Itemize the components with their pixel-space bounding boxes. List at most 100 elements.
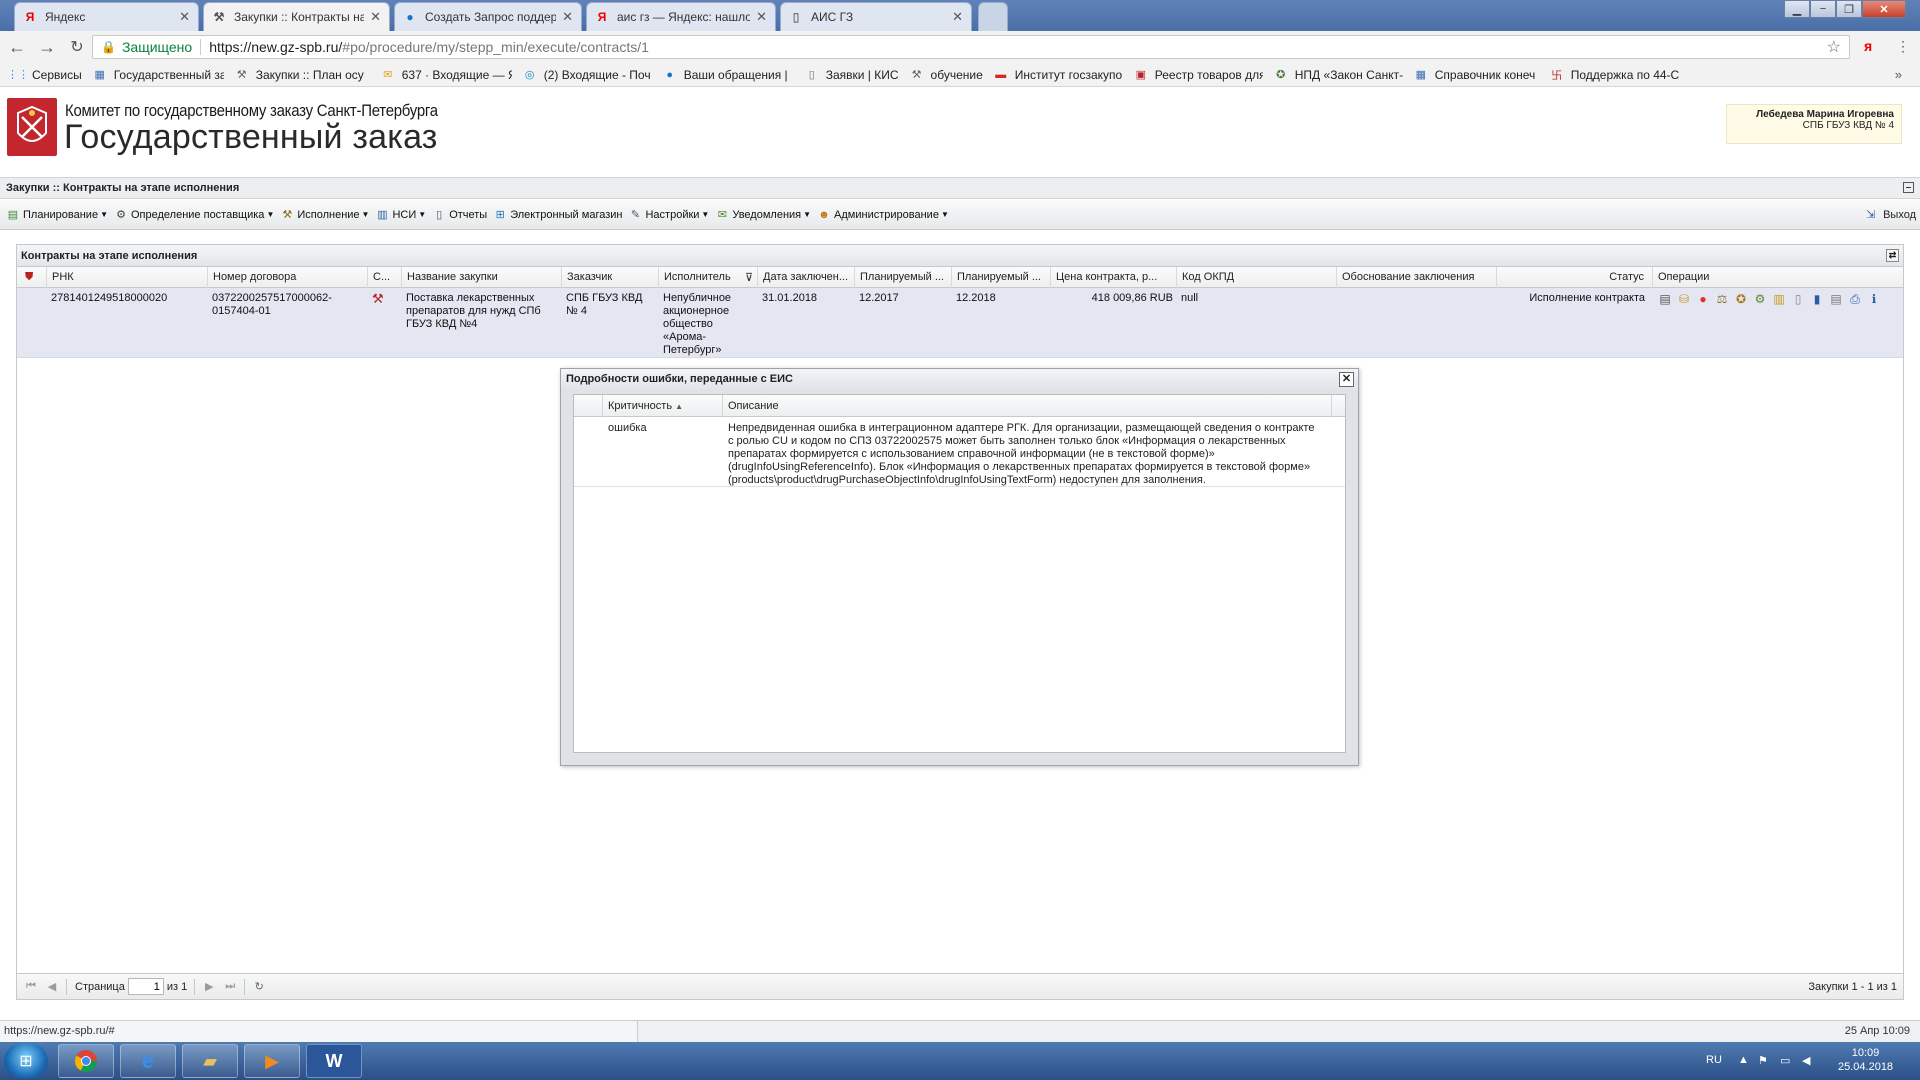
- column-header-description[interactable]: Описание: [723, 395, 1332, 417]
- menu-nsi[interactable]: ▥ НСИ ▼: [375, 208, 426, 222]
- maximize-button[interactable]: ❐: [1836, 0, 1862, 18]
- bookmark-support[interactable]: 卐 Поддержка по 44-С: [1549, 67, 1679, 83]
- chart-icon[interactable]: ▮: [1809, 291, 1825, 307]
- next-page-button[interactable]: ▶: [202, 980, 216, 993]
- close-icon[interactable]: ✕: [370, 9, 381, 25]
- column-header-s[interactable]: С...: [368, 267, 402, 288]
- url-text[interactable]: https://new.gz-spb.ru/#po/procedure/my/s…: [209, 39, 649, 55]
- minimize-button[interactable]: −: [1810, 0, 1836, 18]
- tab-ais-gz[interactable]: ▯ АИС ГЗ ✕: [780, 2, 972, 31]
- column-header-planned-1[interactable]: Планируемый ...: [855, 267, 952, 288]
- explorer-taskbar-button[interactable]: ▰: [182, 1044, 238, 1078]
- close-icon[interactable]: ✕: [1339, 372, 1354, 387]
- column-header-okpd[interactable]: Код ОКПД: [1177, 267, 1337, 288]
- column-header-severity[interactable]: Критичность ▲: [603, 395, 723, 417]
- action-center-flag-icon[interactable]: ⚑: [1758, 1054, 1768, 1067]
- doc-icon[interactable]: ▤: [1657, 291, 1673, 307]
- bookmark-inbox[interactable]: ◎ (2) Входящие - Поч: [522, 67, 652, 83]
- last-page-button[interactable]: ⏭: [223, 980, 237, 993]
- column-header-rnk[interactable]: РНК: [47, 267, 208, 288]
- refresh-icon[interactable]: ↻: [252, 980, 266, 993]
- forward-button[interactable]: →: [34, 34, 60, 60]
- close-icon[interactable]: ✕: [562, 9, 573, 25]
- coins-icon[interactable]: ⛁: [1676, 291, 1692, 307]
- address-bar[interactable]: 🔒 Защищено https://new.gz-spb.ru/#po/pro…: [92, 35, 1850, 59]
- column-header-supplier[interactable]: Исполнитель ⊽: [659, 267, 758, 288]
- gear-icon[interactable]: ⚙: [1752, 291, 1768, 307]
- chrome-taskbar-button[interactable]: [58, 1044, 114, 1078]
- start-button[interactable]: ⊞: [4, 1044, 48, 1078]
- menu-reports[interactable]: ▯ Отчеты: [432, 208, 487, 222]
- table-row[interactable]: 2781401249518000020 0372200257517000062-…: [17, 288, 1903, 358]
- star-icon[interactable]: ☆: [1827, 37, 1841, 57]
- menu-settings[interactable]: ✎ Настройки ▼: [628, 208, 709, 222]
- first-page-button[interactable]: ⏮: [24, 980, 38, 993]
- close-icon[interactable]: ✕: [952, 9, 963, 25]
- column-header-customer[interactable]: Заказчик: [562, 267, 659, 288]
- column-header-name[interactable]: Название закупки: [402, 267, 562, 288]
- column-header-basis[interactable]: Обоснование заключения: [1337, 267, 1497, 288]
- certificate-icon[interactable]: ⚖: [1714, 291, 1730, 307]
- logout-button[interactable]: ⇲ Выход: [1866, 208, 1916, 222]
- close-icon[interactable]: ✕: [756, 9, 767, 25]
- tray-expand-icon[interactable]: ▲: [1738, 1054, 1749, 1066]
- user-profile-button[interactable]: ▁: [1784, 0, 1810, 18]
- yandex-extension-icon[interactable]: я: [1864, 38, 1872, 54]
- print-icon[interactable]: ⎙: [1847, 291, 1863, 307]
- bookmark-yandex-mail[interactable]: ✉ 637 · Входящие — Я: [380, 67, 512, 83]
- back-button[interactable]: ←: [4, 34, 30, 60]
- word-taskbar-button[interactable]: W: [306, 1044, 362, 1078]
- bookmark-registry[interactable]: ▣ Реестр товаров для: [1133, 67, 1263, 83]
- prev-page-button[interactable]: ◀: [45, 980, 59, 993]
- error-row[interactable]: ошибка Непредвиденная ошибка в интеграци…: [574, 417, 1345, 487]
- new-tab-button[interactable]: [978, 2, 1008, 31]
- volume-icon[interactable]: ◀: [1802, 1054, 1810, 1067]
- menu-notifications[interactable]: ✉ Уведомления ▼: [715, 208, 811, 222]
- network-icon[interactable]: ▭: [1780, 1054, 1790, 1067]
- bookmark-plan[interactable]: ⚒ Закупки :: План осу: [234, 67, 370, 83]
- column-header-status[interactable]: Статус: [1497, 267, 1653, 288]
- scroll-icon[interactable]: ▥: [1771, 291, 1787, 307]
- info-icon[interactable]: ℹ: [1866, 291, 1882, 307]
- tab-yandex[interactable]: Я Яндекс ✕: [14, 2, 199, 31]
- media-player-taskbar-button[interactable]: ▶: [244, 1044, 300, 1078]
- language-indicator[interactable]: RU: [1706, 1054, 1722, 1066]
- filter-reset-icon[interactable]: ⛊: [17, 267, 47, 288]
- page-number-input[interactable]: [127, 978, 164, 995]
- filter-icon[interactable]: ⊽: [745, 271, 753, 284]
- bookmark-appeals[interactable]: ● Ваши обращения |: [662, 67, 794, 83]
- bookmarks-more-button[interactable]: »: [1895, 67, 1902, 82]
- bookmark-training[interactable]: ⚒ обучение: [909, 67, 983, 83]
- tab-support-request[interactable]: ● Создать Запрос поддер ✕: [394, 2, 582, 31]
- bookmark-kis[interactable]: ▯ Заявки | КИС: [804, 67, 899, 83]
- collapse-button[interactable]: [1903, 182, 1914, 193]
- document-icon[interactable]: ▤: [1828, 291, 1844, 307]
- menu-administration[interactable]: ☻ Администрирование ▼: [817, 208, 949, 222]
- menu-icon[interactable]: ⋮: [1896, 38, 1910, 55]
- close-window-button[interactable]: ✕: [1862, 0, 1906, 18]
- bookmark-gov-order[interactable]: ▦ Государственный за: [92, 67, 224, 83]
- tab-yandex-search[interactable]: Я аис гз — Яндекс: нашло ✕: [586, 2, 776, 31]
- tab-contracts[interactable]: ⚒ Закупки :: Контракты на ✕: [203, 2, 390, 31]
- red-circle-icon[interactable]: ●: [1695, 291, 1711, 307]
- column-header-contract-number[interactable]: Номер договора: [208, 267, 368, 288]
- menu-supplier-selection[interactable]: ⚙ Определение поставщика ▼: [114, 208, 274, 222]
- column-header-planned-2[interactable]: Планируемый ...: [952, 267, 1051, 288]
- bookmark-services[interactable]: ⋮⋮ Сервисы: [7, 67, 82, 83]
- page-icon[interactable]: ▯: [1790, 291, 1806, 307]
- grid-tools-button[interactable]: ⇄: [1886, 249, 1899, 262]
- reload-button[interactable]: ↻: [64, 34, 90, 60]
- taskbar-clock[interactable]: 10:09 25.04.2018: [1838, 1046, 1893, 1074]
- menu-planning[interactable]: ▤ Планирование ▼: [6, 208, 108, 222]
- bookmark-reference[interactable]: ▦ Справочник конеч: [1413, 67, 1539, 83]
- bookmark-institute[interactable]: ▬ Институт госзакупо: [993, 67, 1123, 83]
- ie-taskbar-button[interactable]: e: [120, 1044, 176, 1078]
- column-header-date[interactable]: Дата заключен...: [758, 267, 855, 288]
- close-icon[interactable]: ✕: [179, 9, 190, 25]
- emblem-icon[interactable]: ✪: [1733, 291, 1749, 307]
- bookmark-npd[interactable]: ✪ НПД «Закон Санкт-: [1273, 67, 1403, 83]
- user-name: Лебедева Марина Игоревна: [1756, 109, 1894, 120]
- menu-e-shop[interactable]: ⊞ Электронный магазин: [493, 208, 623, 222]
- menu-execution[interactable]: ⚒ Исполнение ▼: [280, 208, 369, 222]
- column-header-price[interactable]: Цена контракта, р...: [1051, 267, 1177, 288]
